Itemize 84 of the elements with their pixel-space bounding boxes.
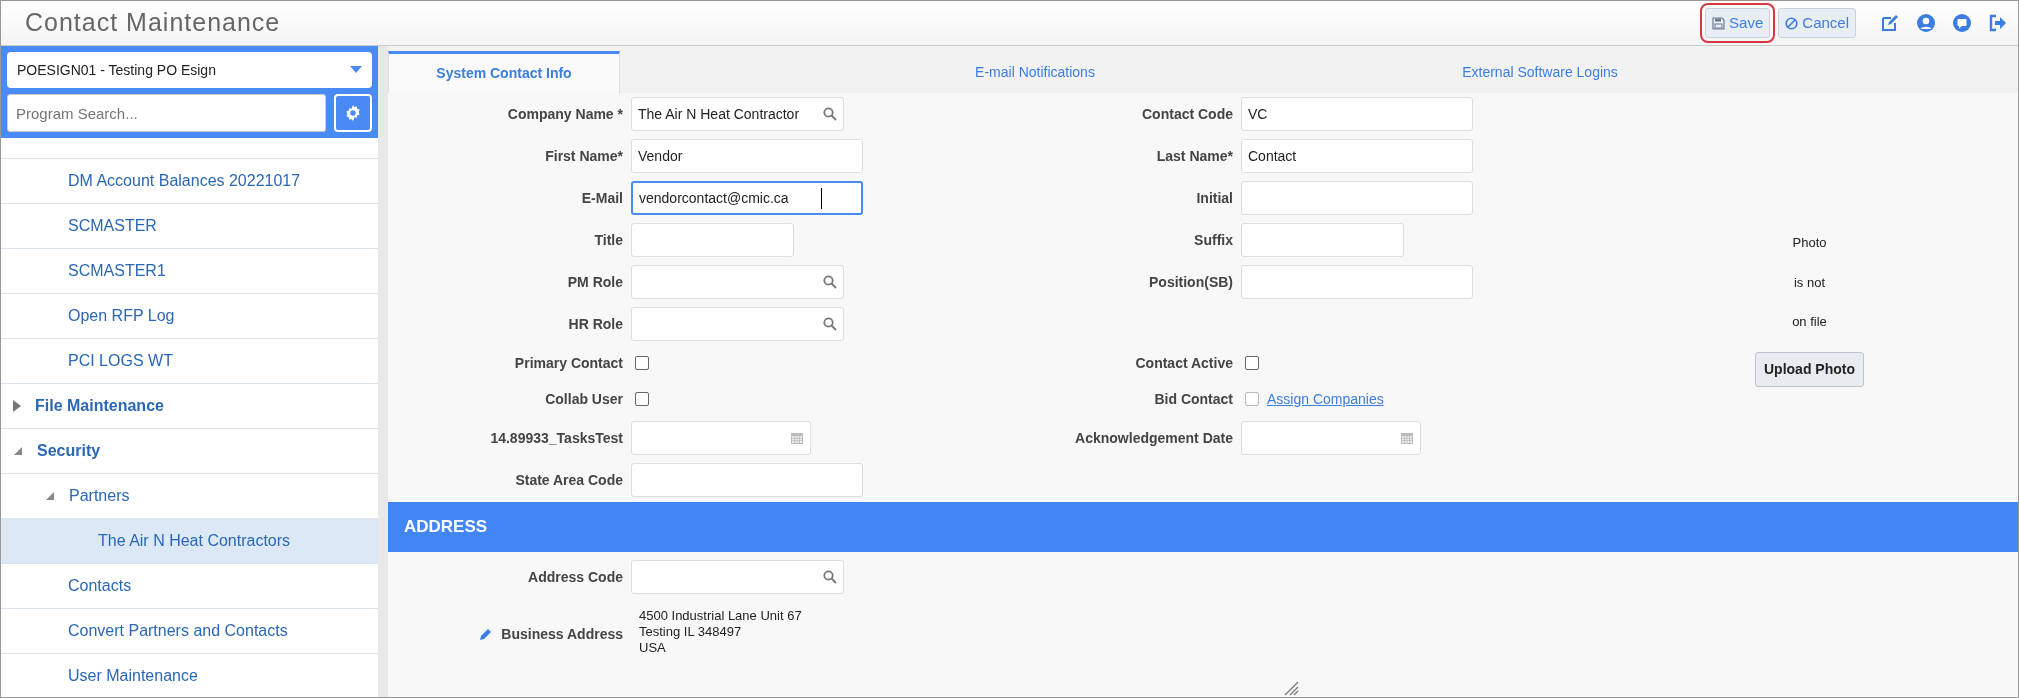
field-label: State Area Code xyxy=(514,470,624,490)
edit-icon[interactable] xyxy=(1880,13,1900,33)
page-title: Contact Maintenance xyxy=(25,7,281,39)
tree-folder[interactable]: File Maintenance xyxy=(1,384,378,429)
field-label: Collab User xyxy=(544,389,624,409)
photo-message: on file xyxy=(1792,313,1827,331)
field-label: Suffix xyxy=(1193,230,1234,250)
tab[interactable]: External Software Logins xyxy=(1450,51,1630,93)
input-field[interactable] xyxy=(1241,223,1404,257)
field-label: Acknowledgement Date xyxy=(1074,428,1234,448)
input-field[interactable] xyxy=(1241,181,1473,215)
search-icon xyxy=(823,275,837,289)
logout-icon[interactable] xyxy=(1988,13,2008,33)
company-dropdown[interactable]: POESIGN01 - Testing PO Esign xyxy=(7,52,372,88)
expanded-triangle-icon xyxy=(13,446,23,456)
input-field[interactable] xyxy=(631,265,844,299)
settings-icon xyxy=(344,104,362,122)
address-line: 4500 Industrial Lane Unit 67 xyxy=(639,608,803,624)
input-field[interactable]: The Air N Heat Contractor xyxy=(631,97,844,131)
tree-item[interactable]: SCMASTER xyxy=(1,204,378,249)
search-field[interactable]: Program Search... xyxy=(7,94,326,132)
calendar-icon xyxy=(1400,431,1414,445)
input-field[interactable] xyxy=(631,463,863,497)
cancel-button[interactable]: Cancel xyxy=(1778,7,1856,39)
tree-item[interactable]: PCI LOGS WT xyxy=(1,339,378,384)
section-header: ADDRESS xyxy=(388,502,2018,552)
photo-message: is not xyxy=(1793,273,1826,292)
field-label: Address Code xyxy=(527,567,624,587)
address-line: USA xyxy=(639,640,667,656)
field-label: PM Role xyxy=(566,272,624,292)
search-icon xyxy=(823,107,837,121)
cancel-icon xyxy=(1785,16,1799,30)
tree-item[interactable]: DM Account Balances 20221017 xyxy=(1,159,378,204)
input-field[interactable]: Contact xyxy=(1241,139,1473,173)
tree-folder[interactable]: Security xyxy=(1,429,378,474)
field-label: Bid Contact xyxy=(1153,389,1234,409)
tree-item[interactable]: Convert Partners and Contacts xyxy=(1,609,378,654)
field-label: Contact Active xyxy=(1134,353,1234,373)
field-label: First Name* xyxy=(544,146,624,166)
field-label: Last Name* xyxy=(1155,146,1234,166)
field-label: 14.89933_TasksTest xyxy=(489,428,624,448)
field-label: Primary Contact xyxy=(513,353,624,373)
checkbox[interactable] xyxy=(635,392,649,406)
field-label: Contact Code xyxy=(1141,104,1234,124)
tree-item[interactable]: Contacts xyxy=(1,564,378,609)
search-icon xyxy=(823,317,837,331)
tree-item[interactable]: User Maintenance xyxy=(1,654,378,698)
tab[interactable]: E-mail Notifications xyxy=(620,51,1450,93)
photo-message: Photo xyxy=(1792,234,1827,252)
user-icon[interactable] xyxy=(1916,13,1936,33)
calendar-icon xyxy=(790,431,804,445)
checkbox[interactable] xyxy=(635,356,649,370)
resize-grip-icon xyxy=(1283,680,1299,696)
upload-photo-button[interactable]: Upload Photo xyxy=(1755,351,1864,387)
input-field[interactable]: Vendor xyxy=(631,139,863,173)
input-field[interactable]: vendorcontact@cmic.ca xyxy=(631,181,863,215)
field-label: Company Name * xyxy=(506,104,624,124)
search-icon xyxy=(823,570,837,584)
pencil-icon[interactable] xyxy=(479,627,494,641)
field-label: Title xyxy=(593,230,624,250)
tree-item[interactable]: SCMASTER1 xyxy=(1,249,378,294)
input-field[interactable] xyxy=(1241,265,1473,299)
field-label: Business Address xyxy=(501,624,623,644)
input-field[interactable] xyxy=(631,560,844,594)
expanded-triangle-icon xyxy=(45,491,55,501)
collapsed-triangle-icon xyxy=(13,400,21,412)
field-label: Initial xyxy=(1195,188,1234,208)
input-field[interactable] xyxy=(631,223,794,257)
input-field[interactable] xyxy=(1241,421,1421,455)
tab[interactable]: System Contact Info xyxy=(388,51,620,93)
input-field[interactable] xyxy=(631,307,844,341)
chat-icon[interactable] xyxy=(1952,13,1972,33)
field-label: Position(SB) xyxy=(1148,272,1234,292)
settings-button[interactable] xyxy=(334,94,372,132)
tree-item[interactable]: Open RFP Log xyxy=(1,294,378,339)
field-label: HR Role xyxy=(567,314,624,334)
input-field[interactable]: VC xyxy=(1241,97,1473,131)
field-label: E-Mail xyxy=(580,188,624,208)
address-line: Testing IL 348497 xyxy=(639,624,743,640)
company-name: POESIGN01 - Testing PO Esign xyxy=(17,60,216,80)
checkbox[interactable] xyxy=(1245,356,1259,370)
caret-icon xyxy=(350,66,362,74)
tree-item[interactable]: The Air N Heat Contractors xyxy=(1,519,378,564)
input-field[interactable] xyxy=(631,421,811,455)
